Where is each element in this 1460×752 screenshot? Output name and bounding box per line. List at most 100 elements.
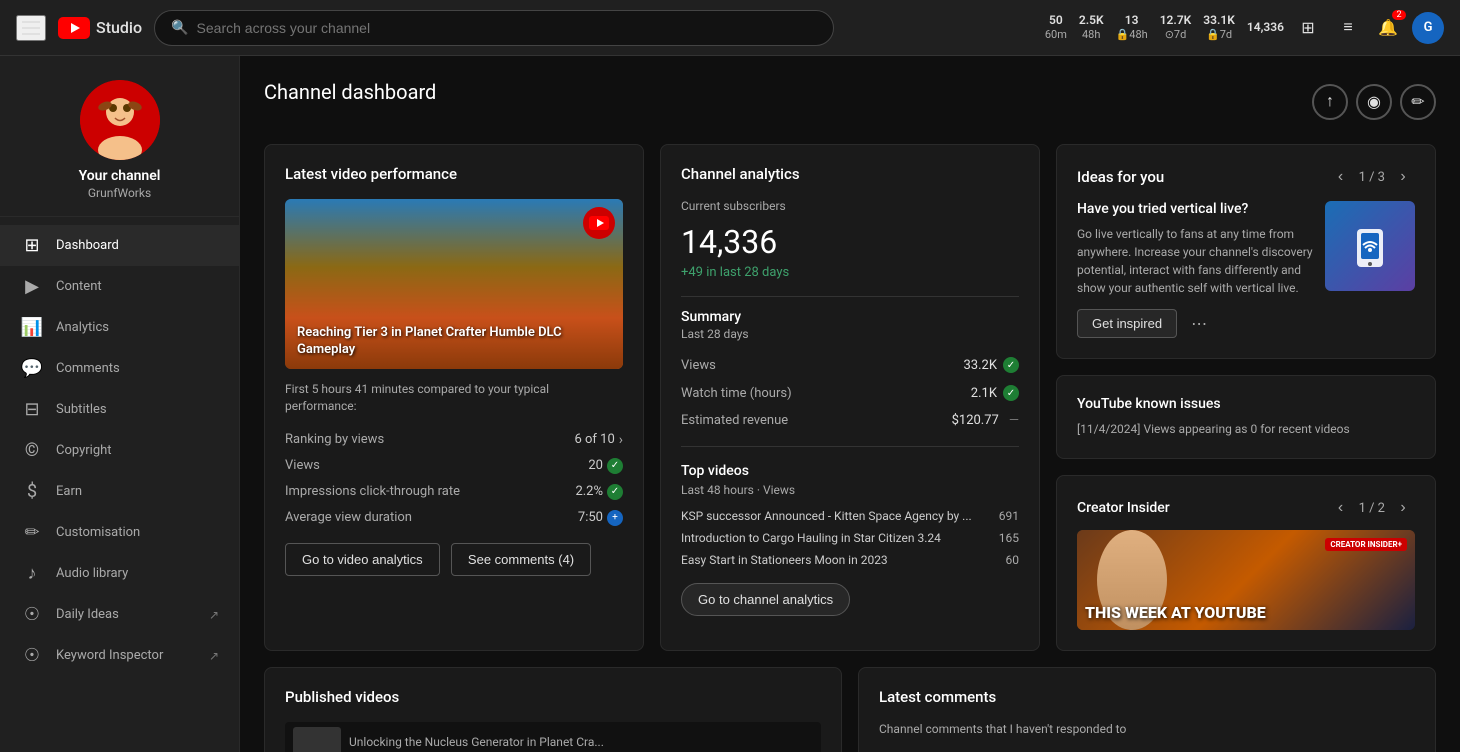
page-title: Channel dashboard — [264, 80, 436, 104]
creator-insider-pagination: ‹ 1 / 2 › — [1329, 496, 1415, 520]
notif-badge: 2 — [1392, 10, 1406, 20]
sidebar-item-copyright[interactable]: © Copyright — [0, 430, 239, 471]
top-videos-title: Top videos — [681, 463, 1019, 479]
ctr-label: Impressions click-through rate — [285, 484, 460, 499]
latest-video-card: Latest video performance Reaching Tier 3… — [264, 144, 644, 651]
creator-thumbnail[interactable]: THIS WEEK AT YOUTUBE CREATOR INSIDER+ — [1077, 530, 1415, 630]
sidebar-item-customisation[interactable]: ✏ Customisation — [0, 512, 239, 553]
earn-icon: $ — [20, 481, 44, 502]
daily-ideas-icon: ☉ — [20, 604, 44, 625]
stat-33-1k: 33.1K 🔒7d — [1203, 13, 1235, 43]
ctr-value: 2.2% ✓ — [575, 484, 623, 500]
sidebar-item-label: Earn — [56, 484, 82, 499]
menu-button[interactable] — [16, 15, 46, 41]
live-button[interactable]: ◉ — [1356, 84, 1392, 120]
see-comments-button[interactable]: See comments (4) — [451, 543, 591, 576]
right-column: Ideas for you ‹ 1 / 3 › Have you tried v… — [1056, 144, 1436, 651]
top-videos-period: Last 48 hours · Views — [681, 483, 1019, 497]
channel-avatar[interactable] — [80, 80, 160, 160]
analytics-views-row: Views 33.2K ✓ — [681, 351, 1019, 379]
sidebar-item-audio[interactable]: ♪ Audio library — [0, 553, 239, 594]
studio-label: Studio — [96, 18, 142, 37]
ranking-label: Ranking by views — [285, 432, 384, 447]
ideas-prev-button[interactable]: ‹ — [1329, 165, 1353, 189]
idea-desc: Go live vertically to fans at any time f… — [1077, 225, 1313, 297]
sub-change: +49 in last 28 days — [681, 265, 1019, 280]
go-to-video-analytics-button[interactable]: Go to video analytics — [285, 543, 440, 576]
topbar-left: Studio — [16, 15, 142, 41]
top-video-3: Easy Start in Stationeers Moon in 2023 6… — [681, 549, 1019, 571]
analytics-revenue-row: Estimated revenue $120.77 — — [681, 407, 1019, 434]
sidebar-item-analytics[interactable]: 📊 Analytics — [0, 307, 239, 348]
ideas-pagination: ‹ 1 / 3 › — [1329, 165, 1415, 189]
search-icon: 🔍 — [171, 20, 188, 36]
content-icon: ▶ — [20, 276, 44, 297]
analytics-icon: 📊 — [20, 317, 44, 338]
apps-icon-btn[interactable]: ≡ — [1332, 12, 1364, 44]
channel-analytics-card: Channel analytics Current subscribers 14… — [660, 144, 1040, 651]
ideas-header: Ideas for you ‹ 1 / 3 › — [1077, 165, 1415, 189]
known-issues-card: YouTube known issues [11/4/2024] Views a… — [1056, 375, 1436, 459]
sidebar-item-subtitles[interactable]: ⊟ Subtitles — [0, 389, 239, 430]
analytics-watchtime-val: 2.1K ✓ — [971, 385, 1019, 401]
ranking-value: 6 of 10 › — [574, 432, 623, 448]
go-to-channel-analytics-button[interactable]: Go to channel analytics — [681, 583, 850, 616]
known-issue-item: [11/4/2024] Views appearing as 0 for rec… — [1077, 420, 1415, 438]
creator-next-button[interactable]: › — [1391, 496, 1415, 520]
ctr-indicator: ✓ — [607, 484, 623, 500]
topbar-right: 50 60m 2.5K 48h 13 🔒48h 12.7K ⊙7d 33.1K … — [1045, 12, 1444, 44]
creator-prev-button[interactable]: ‹ — [1329, 496, 1353, 520]
revenue-neutral-icon: — — [1009, 413, 1019, 428]
ideas-page-indicator: 1 / 3 — [1359, 170, 1385, 185]
idea-text: Have you tried vertical live? Go live ve… — [1077, 201, 1313, 297]
sidebar-item-content[interactable]: ▶ Content — [0, 266, 239, 307]
youtube-icon — [58, 17, 90, 39]
ideas-card: Ideas for you ‹ 1 / 3 › Have you tried v… — [1056, 144, 1436, 359]
upload-button[interactable]: ↑ — [1312, 84, 1348, 120]
channel-handle: GrunfWorks — [88, 186, 151, 200]
avatar[interactable]: G — [1412, 12, 1444, 44]
video-thumbnail[interactable]: Reaching Tier 3 in Planet Crafter Humble… — [285, 199, 623, 369]
topbar: Studio 🔍 50 60m 2.5K 48h 13 🔒48h 12.7K ⊙… — [0, 0, 1460, 56]
avd-row: Average view duration 7:50 + — [285, 505, 623, 531]
current-subs-label: Current subscribers — [681, 199, 1019, 213]
channel-info: Your channel GrunfWorks — [0, 56, 239, 217]
sidebar-item-label: Audio library — [56, 566, 128, 581]
sidebar-item-label: Analytics — [56, 320, 109, 335]
subscribers-count: 14,336 — [681, 223, 1019, 261]
get-inspired-button[interactable]: Get inspired — [1077, 309, 1177, 338]
phone-wifi-icon — [1345, 221, 1395, 271]
ideas-card-title: Ideas for you — [1077, 168, 1164, 186]
bottom-grid: Published videos Unlocking the Nucleus G… — [264, 667, 1436, 752]
more-options-button[interactable]: ⋯ — [1185, 310, 1213, 338]
idea-content: Have you tried vertical live? Go live ve… — [1077, 201, 1415, 297]
analytics-views-val: 33.2K ✓ — [963, 357, 1019, 373]
search-bar[interactable]: 🔍 — [154, 10, 834, 46]
sidebar-item-daily-ideas[interactable]: ☉ Daily Ideas ↗ — [0, 594, 239, 635]
creator-insider-header: Creator Insider ‹ 1 / 2 › — [1077, 496, 1415, 520]
stat-13: 13 🔒48h — [1116, 13, 1148, 43]
sidebar-item-comments[interactable]: 💬 Comments — [0, 348, 239, 389]
sidebar-item-keyword-inspector[interactable]: ☉ Keyword Inspector ↗ — [0, 635, 239, 676]
grid-icon-btn[interactable]: ⊞ — [1292, 12, 1324, 44]
sidebar-item-earn[interactable]: $ Earn — [0, 471, 239, 512]
channel-name: Your channel — [79, 168, 161, 184]
known-issues-title: YouTube known issues — [1077, 396, 1415, 412]
ideas-next-button[interactable]: › — [1391, 165, 1415, 189]
stat-2-5k: 2.5K 48h — [1079, 13, 1104, 43]
edit-button[interactable]: ✏ — [1400, 84, 1436, 120]
idea-actions: Get inspired ⋯ — [1077, 309, 1415, 338]
sidebar-item-label: Dashboard — [56, 238, 119, 253]
sidebar: Your channel GrunfWorks ⊞ Dashboard ▶ Co… — [0, 56, 240, 752]
latest-video-title: Latest video performance — [285, 165, 623, 183]
channel-analytics-actions: Go to channel analytics — [681, 571, 1019, 616]
sidebar-item-dashboard[interactable]: ⊞ Dashboard — [0, 225, 239, 266]
avd-label: Average view duration — [285, 510, 412, 525]
sidebar-item-label: Customisation — [56, 525, 140, 540]
latest-comments-title: Latest comments — [879, 688, 1415, 706]
creator-insider-card: Creator Insider ‹ 1 / 2 › THIS WEEK AT Y… — [1056, 475, 1436, 651]
search-input[interactable] — [197, 20, 818, 36]
ranking-row: Ranking by views 6 of 10 › — [285, 427, 623, 453]
notifications-btn[interactable]: 🔔 2 — [1372, 12, 1404, 44]
logo: Studio — [58, 17, 142, 39]
